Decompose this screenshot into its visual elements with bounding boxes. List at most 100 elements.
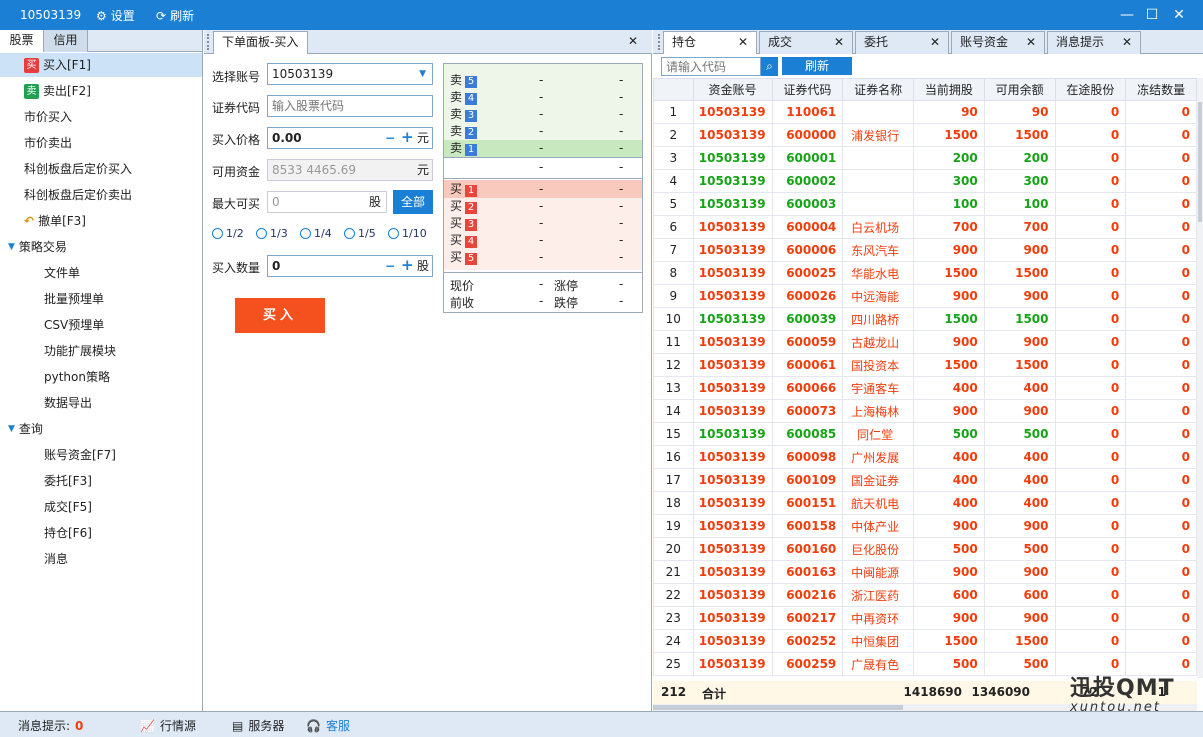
table-row[interactable]: 21 10503139 600163 中闽能源 900 900 0 0 — [653, 560, 1197, 584]
market-source-button[interactable]: 📈 行情源 — [140, 717, 196, 734]
table-row[interactable]: 9 10503139 600026 中远海能 900 900 0 0 — [653, 284, 1197, 308]
sidebar-item-18[interactable]: 持仓[F6] — [0, 521, 202, 545]
sidebar-item-16[interactable]: 委托[F3] — [0, 469, 202, 493]
all-button[interactable]: 全部 — [393, 190, 433, 214]
ratio-radio-4[interactable]: 1/10 — [388, 227, 427, 240]
close-icon[interactable]: ✕ — [1122, 32, 1132, 53]
table-row[interactable]: 22 10503139 600216 浙江医药 600 600 0 0 — [653, 583, 1197, 607]
sidebar-item-15[interactable]: 账号资金[F7] — [0, 443, 202, 467]
h-scrollbar-thumb[interactable] — [653, 705, 903, 710]
price-plus-button[interactable]: + — [401, 127, 414, 147]
ratio-radio-3[interactable]: 1/5 — [344, 227, 376, 240]
search-button[interactable]: ⌕ — [761, 57, 778, 76]
column-header[interactable]: 证券名称 — [842, 78, 915, 101]
table-row[interactable]: 3 10503139 600001 200 200 0 0 — [653, 146, 1197, 170]
chevron-down-icon[interactable]: ▼ — [8, 417, 15, 441]
customer-service-button[interactable]: 🎧 客服 — [306, 717, 350, 734]
minimize-button[interactable]: — — [1116, 4, 1138, 26]
price-stepper[interactable]: 0.00 − + 元 — [267, 127, 433, 149]
sidebar-item-12[interactable]: python策略 — [0, 365, 202, 389]
close-icon[interactable]: ✕ — [834, 32, 844, 53]
chevron-down-icon[interactable]: ▼ — [8, 235, 15, 259]
table-row[interactable]: 12 10503139 600061 国投资本 1500 1500 0 0 — [653, 353, 1197, 377]
buy-submit-button[interactable]: 买入 — [235, 298, 325, 333]
sidebar-item-8[interactable]: 文件单 — [0, 261, 202, 285]
table-row[interactable]: 19 10503139 600158 中体产业 900 900 0 0 — [653, 514, 1197, 538]
column-header[interactable]: 资金账号 — [692, 78, 773, 101]
message-status[interactable]: 消息提示: 0 — [18, 717, 83, 734]
qty-plus-button[interactable]: + — [401, 255, 414, 275]
tab-order-buy[interactable]: 下单面板-买入 — [213, 31, 308, 54]
sidebar-item-14[interactable]: ▼ 查询 — [0, 417, 202, 441]
table-row[interactable]: 6 10503139 600004 白云机场 700 700 0 0 — [653, 215, 1197, 239]
table-row[interactable]: 16 10503139 600098 广州发展 400 400 0 0 — [653, 445, 1197, 469]
sidebar-item-19[interactable]: 消息 — [0, 547, 202, 571]
table-row[interactable]: 10 10503139 600039 四川路桥 1500 1500 0 0 — [653, 307, 1197, 331]
table-row[interactable]: 4 10503139 600002 300 300 0 0 — [653, 169, 1197, 193]
refresh-button[interactable]: ⟳ 刷新 — [156, 7, 194, 24]
table-row[interactable]: 17 10503139 600109 国金证券 400 400 0 0 — [653, 468, 1197, 492]
table-row[interactable]: 14 10503139 600073 上海梅林 900 900 0 0 — [653, 399, 1197, 423]
table-row[interactable]: 11 10503139 600059 古越龙山 900 900 0 0 — [653, 330, 1197, 354]
buy-row-4: 买4 - - — [444, 232, 642, 248]
table-row[interactable]: 25 10503139 600259 广晟有色 500 500 0 0 — [653, 652, 1197, 676]
vertical-scrollbar[interactable] — [1197, 78, 1203, 678]
code-input[interactable] — [267, 95, 433, 117]
column-header[interactable]: 冻结数量 — [1125, 78, 1197, 101]
sidebar-item-11[interactable]: 功能扩展模块 — [0, 339, 202, 363]
sidebar-item-0[interactable]: 买买入[F1] — [0, 53, 202, 77]
scrollbar-thumb[interactable] — [1198, 102, 1202, 222]
tab-right-2[interactable]: 委托 ✕ — [855, 31, 949, 54]
server-button[interactable]: ▤ 服务器 — [232, 717, 284, 734]
sidebar-item-7[interactable]: ▼ 策略交易 — [0, 235, 202, 259]
sidebar-item-label: 成交[F5] — [44, 500, 92, 514]
sidebar-item-5[interactable]: 科创板盘后定价卖出 — [0, 183, 202, 207]
table-row[interactable]: 23 10503139 600217 中再资环 900 900 0 0 — [653, 606, 1197, 630]
table-row[interactable]: 15 10503139 600085 同仁堂 500 500 0 0 — [653, 422, 1197, 446]
column-header[interactable]: 在途股份 — [1054, 78, 1127, 101]
column-header[interactable]: 当前拥股 — [913, 78, 985, 101]
ratio-radio-1[interactable]: 1/3 — [256, 227, 288, 240]
tab-stock[interactable]: 股票 — [0, 30, 44, 52]
table-row[interactable]: 13 10503139 600066 宇通客车 400 400 0 0 — [653, 376, 1197, 400]
sidebar-item-1[interactable]: 卖卖出[F2] — [0, 79, 202, 103]
tab-right-0[interactable]: 持仓 ✕ — [663, 31, 757, 54]
tab-right-1[interactable]: 成交 ✕ — [759, 31, 853, 54]
ratio-radio-0[interactable]: 1/2 — [212, 227, 244, 240]
positions-refresh-button[interactable]: 刷新 — [782, 57, 852, 75]
tab-credit[interactable]: 信用 — [44, 30, 88, 52]
qty-minus-button[interactable]: − — [385, 256, 395, 276]
close-window-button[interactable]: ✕ — [1168, 4, 1190, 26]
table-row[interactable]: 8 10503139 600025 华能水电 1500 1500 0 0 — [653, 261, 1197, 285]
sidebar-item-3[interactable]: 市价卖出 — [0, 131, 202, 155]
tab-right-3[interactable]: 账号资金 ✕ — [951, 31, 1045, 54]
price-minus-button[interactable]: − — [385, 128, 395, 148]
ratio-radio-2[interactable]: 1/4 — [300, 227, 332, 240]
column-header[interactable]: 可用余额 — [983, 78, 1056, 101]
table-row[interactable]: 18 10503139 600151 航天机电 400 400 0 0 — [653, 491, 1197, 515]
table-row[interactable]: 5 10503139 600003 100 100 0 0 — [653, 192, 1197, 216]
qty-stepper[interactable]: 0 − + 股 — [267, 255, 433, 277]
table-row[interactable]: 1 10503139 110061 90 90 0 0 — [653, 100, 1197, 124]
close-panel-icon[interactable]: ✕ — [628, 34, 638, 48]
column-header[interactable]: 证券代码 — [771, 78, 844, 101]
close-icon[interactable]: ✕ — [738, 32, 748, 53]
table-row[interactable]: 24 10503139 600252 中恒集团 1500 1500 0 0 — [653, 629, 1197, 653]
table-row[interactable]: 7 10503139 600006 东风汽车 900 900 0 0 — [653, 238, 1197, 262]
sidebar-item-2[interactable]: 市价买入 — [0, 105, 202, 129]
sidebar-item-9[interactable]: 批量预埋单 — [0, 287, 202, 311]
close-icon[interactable]: ✕ — [1026, 32, 1036, 53]
table-row[interactable]: 20 10503139 600160 巨化股份 500 500 0 0 — [653, 537, 1197, 561]
sidebar-item-13[interactable]: 数据导出 — [0, 391, 202, 415]
sidebar-item-10[interactable]: CSV预埋单 — [0, 313, 202, 337]
tab-right-4[interactable]: 消息提示 ✕ — [1047, 31, 1141, 54]
maximize-button[interactable]: ☐ — [1141, 4, 1163, 26]
sidebar-item-17[interactable]: 成交[F5] — [0, 495, 202, 519]
close-icon[interactable]: ✕ — [930, 32, 940, 53]
settings-button[interactable]: ⚙ 设置 — [96, 7, 135, 24]
account-select[interactable]: 10503139 ▼ — [267, 63, 433, 85]
code-search-input[interactable] — [661, 57, 761, 76]
table-row[interactable]: 2 10503139 600000 浦发银行 1500 1500 0 0 — [653, 123, 1197, 147]
sidebar-item-4[interactable]: 科创板盘后定价买入 — [0, 157, 202, 181]
sidebar-item-6[interactable]: ↶ 撤单[F3] — [0, 209, 202, 233]
